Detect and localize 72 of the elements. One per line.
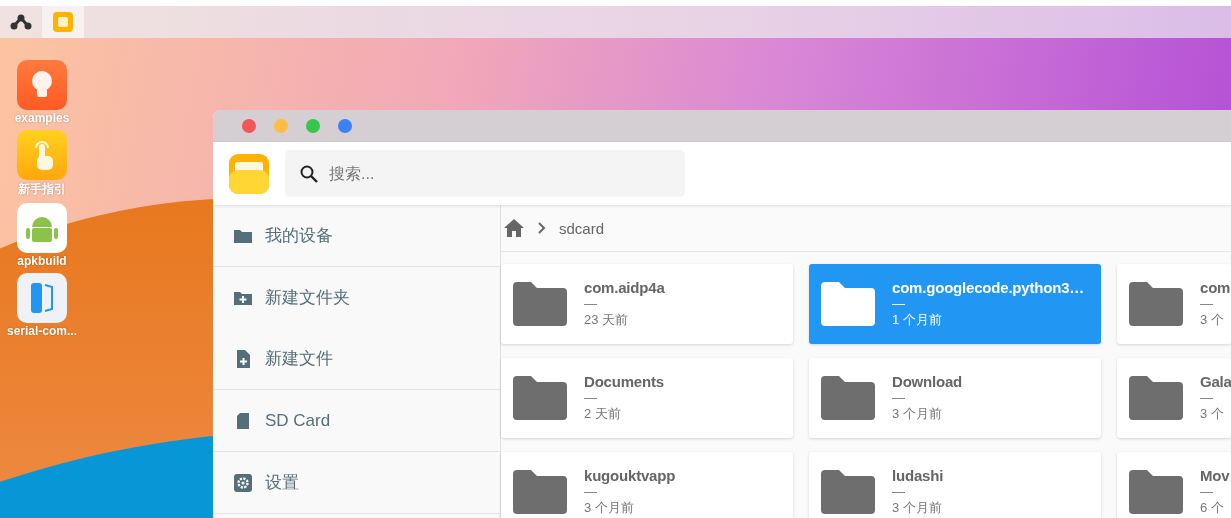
folder-card[interactable]: com.googlecode.python3… — 1 个月前 xyxy=(809,264,1101,344)
folder-icon xyxy=(513,282,567,326)
folder-size: — xyxy=(1200,390,1214,405)
folder-card[interactable]: kugouktvapp — 3 个月前 xyxy=(501,452,793,518)
sidebar-item[interactable]: 新建文件夹 xyxy=(213,267,500,328)
folder-name: com.googlecode.python3… xyxy=(892,279,1085,296)
settings-icon xyxy=(233,472,253,493)
folder-app-icon xyxy=(53,12,73,32)
modified-time: 3 个月前 xyxy=(892,499,943,517)
desktop-shortcut[interactable]: serial-com... xyxy=(0,273,84,338)
modified-time: 2 天前 xyxy=(584,405,622,423)
folder-card[interactable]: Gala — 3 个 xyxy=(1117,358,1231,438)
folder-name: kugouktvapp xyxy=(584,467,676,484)
folder-icon xyxy=(1129,282,1183,326)
search-field[interactable]: 搜索... xyxy=(285,150,685,197)
modified-time: 6 个 xyxy=(1200,499,1225,517)
lightbulb-icon xyxy=(17,60,67,110)
folder-size: — xyxy=(584,484,598,499)
shortcut-label: examples xyxy=(14,111,70,125)
folder-size: — xyxy=(892,390,906,405)
folder-name: Documents xyxy=(584,373,664,390)
folder-name: Gala xyxy=(1200,373,1231,390)
folder-card[interactable]: Mov — 6 个 xyxy=(1117,452,1231,518)
folder-size: — xyxy=(1200,484,1214,499)
folder-name: com xyxy=(1200,279,1231,296)
home-icon[interactable] xyxy=(503,218,525,238)
sidebar-item[interactable]: SD Card xyxy=(213,390,500,451)
modified-time: 23 天前 xyxy=(584,311,630,329)
shortcut-label: apkbuild xyxy=(17,254,67,268)
modified-time: 3 个 xyxy=(1200,405,1225,423)
folder-name: com.aidp4a xyxy=(584,279,665,296)
shortcut-label: 新手指引 xyxy=(18,181,66,198)
pointing-hand-icon xyxy=(17,130,67,180)
modified-time: 3 个月前 xyxy=(584,499,635,517)
folder-size: — xyxy=(892,484,906,499)
sidebar-item[interactable]: 设置 xyxy=(213,452,500,513)
folder-size: — xyxy=(584,296,598,311)
folder-card[interactable]: ludashi — 3 个月前 xyxy=(809,452,1101,518)
modified-time: 1 个月前 xyxy=(892,311,943,329)
folder-size: — xyxy=(892,296,906,311)
chevron-right-icon xyxy=(537,221,547,235)
close-dot[interactable] xyxy=(242,119,256,133)
folder-icon xyxy=(513,470,567,514)
shortcut-label: serial-com... xyxy=(7,324,77,338)
folder-card[interactable]: Documents — 2 天前 xyxy=(501,358,793,438)
folder-icon xyxy=(821,282,875,326)
sidebar-item[interactable]: 我的设备 xyxy=(213,205,500,266)
folder-card[interactable]: Download — 3 个月前 xyxy=(809,358,1101,438)
folder-card[interactable]: com.aidp4a — 23 天前 xyxy=(501,264,793,344)
desktop-shortcut[interactable]: apkbuild xyxy=(0,203,84,268)
window-dot[interactable] xyxy=(338,119,352,133)
sidebar-item[interactable]: 新建文件 xyxy=(213,328,500,389)
device-icon xyxy=(17,273,67,323)
android-icon xyxy=(17,203,67,253)
folder-icon xyxy=(821,470,875,514)
modified-time: 3 个月前 xyxy=(892,405,943,423)
folder-icon xyxy=(821,376,875,420)
folder-name: Mov xyxy=(1200,467,1230,484)
folder-name: Download xyxy=(892,373,963,390)
minimize-dot[interactable] xyxy=(274,119,288,133)
folder-name: ludashi xyxy=(892,467,944,484)
breadcrumb-link[interactable]: sdcard xyxy=(559,219,605,237)
nodes-icon xyxy=(10,14,32,30)
folder-app-icon xyxy=(229,153,269,194)
folder-icon xyxy=(1129,376,1183,420)
modified-time: 3 个 xyxy=(1200,311,1225,329)
folder-size: — xyxy=(584,390,598,405)
folder-icon xyxy=(513,376,567,420)
folder-size: — xyxy=(1200,296,1214,311)
folder-card[interactable]: com — 3 个 xyxy=(1117,264,1231,344)
maximize-dot[interactable] xyxy=(306,119,320,133)
folder-icon xyxy=(1129,470,1183,514)
